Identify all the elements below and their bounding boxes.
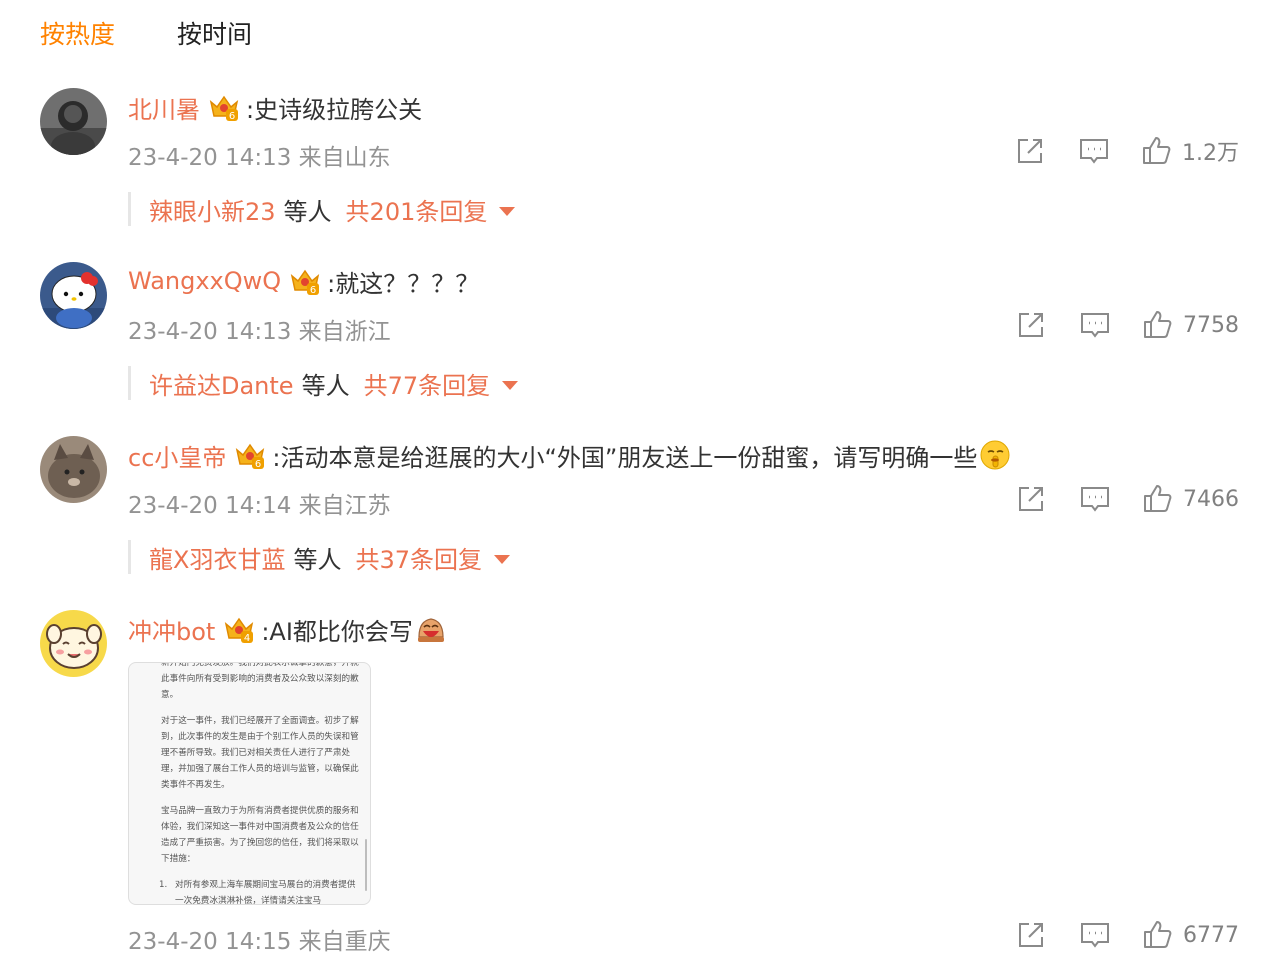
comment-meta: 23-4-20 14:14 来自江苏 <box>128 493 391 519</box>
svg-text:6: 6 <box>255 459 261 470</box>
comment-actions: 7758 <box>1015 309 1239 341</box>
sort-tabs: 按热度 按时间 <box>40 16 252 56</box>
svg-text:4: 4 <box>244 633 250 644</box>
tab-sort-by-hot[interactable]: 按热度 <box>40 16 115 56</box>
like-button[interactable]: 6777 <box>1141 919 1239 951</box>
avatar[interactable] <box>40 262 107 329</box>
laughing-emoji-icon <box>415 613 447 645</box>
chevron-down-icon[interactable] <box>502 380 519 390</box>
share-button[interactable] <box>1015 483 1047 515</box>
image-scrollbar <box>365 839 367 891</box>
reply-users[interactable]: 龍X羽衣甘蓝 <box>149 540 285 575</box>
reply-etc: 等人 <box>293 545 342 574</box>
comment-text: :史诗级拉胯公关 <box>246 95 423 124</box>
share-icon <box>1015 919 1047 951</box>
comment-actions: 6777 <box>1015 919 1239 951</box>
reply-summary[interactable]: 辣眼小新23 等人 共201条回复 <box>128 192 516 227</box>
like-icon <box>1140 135 1172 167</box>
comment-button[interactable] <box>1079 483 1111 515</box>
share-button[interactable] <box>1015 309 1047 341</box>
reply-etc: 等人 <box>283 197 332 226</box>
reply-count[interactable]: 共201条回复 <box>346 192 488 227</box>
comment-meta: 23-4-20 14:13 来自山东 <box>128 145 391 171</box>
like-icon <box>1141 483 1173 515</box>
comment-text: :就这？？？？ <box>327 269 480 298</box>
attached-image[interactable]: 新开始门免费发放。我们对此表示诚挚的歉意，并就此事件向所有受到影响的消费者及公众… <box>128 662 371 905</box>
comment-meta: 23-4-20 14:15 来自重庆 <box>128 929 391 955</box>
crown-badge-icon[interactable]: 6 <box>208 92 240 122</box>
like-count: 7758 <box>1183 312 1239 338</box>
reply-etc: 等人 <box>301 371 350 400</box>
like-count: 6777 <box>1183 922 1239 948</box>
comment-button[interactable] <box>1079 919 1111 951</box>
avatar[interactable] <box>40 436 107 503</box>
svg-text:6: 6 <box>310 285 316 296</box>
share-button[interactable] <box>1014 135 1046 167</box>
chevron-down-icon[interactable] <box>499 206 516 216</box>
comment-icon <box>1079 483 1111 515</box>
comment-headline: WangxxQwQ 6 :就这？？？？ <box>128 264 479 298</box>
comment-icon <box>1079 919 1111 951</box>
comment-button[interactable] <box>1079 309 1111 341</box>
username[interactable]: cc小皇帝 <box>128 438 226 473</box>
share-button[interactable] <box>1015 919 1047 951</box>
like-count: 7466 <box>1183 486 1239 512</box>
comment-headline: 冲冲bot 4 :AI都比你会写 <box>128 612 447 646</box>
reply-count[interactable]: 共77条回复 <box>364 366 491 401</box>
crown-badge-icon[interactable]: 6 <box>234 440 266 470</box>
reply-users[interactable]: 许益达Dante <box>149 366 294 401</box>
reply-summary[interactable]: 许益达Dante 等人 共77条回复 <box>128 366 519 401</box>
share-icon <box>1015 483 1047 515</box>
username[interactable]: WangxxQwQ <box>128 267 281 295</box>
like-icon <box>1141 309 1173 341</box>
chevron-down-icon[interactable] <box>494 554 510 564</box>
svg-text:6: 6 <box>229 111 235 122</box>
comment-actions: 7466 <box>1015 483 1239 515</box>
reply-summary[interactable]: 龍X羽衣甘蓝 等人 共37条回复 <box>128 540 510 574</box>
avatar[interactable] <box>40 610 107 677</box>
comment-text: :AI都比你会写 <box>261 617 413 646</box>
shush-emoji-icon <box>979 439 1011 471</box>
reply-users[interactable]: 辣眼小新23 <box>149 192 276 227</box>
like-count: 1.2万 <box>1182 141 1239 166</box>
username[interactable]: 北川暑 <box>128 90 200 125</box>
like-button[interactable]: 1.2万 <box>1140 135 1239 167</box>
crown-badge-icon[interactable]: 4 <box>223 614 255 644</box>
crown-badge-icon[interactable]: 6 <box>289 266 321 296</box>
reply-count[interactable]: 共37条回复 <box>355 540 482 575</box>
avatar[interactable] <box>40 88 107 155</box>
comment-text: :活动本意是给逛展的大小“外国”朋友送上一份甜蜜，请写明确一些 <box>272 443 978 472</box>
comment-icon <box>1079 309 1111 341</box>
comment-button[interactable] <box>1078 135 1110 167</box>
share-icon <box>1015 309 1047 341</box>
username[interactable]: 冲冲bot <box>128 612 215 647</box>
share-icon <box>1014 135 1046 167</box>
comment-icon <box>1078 135 1110 167</box>
comment-headline: cc小皇帝 6 :活动本意是给逛展的大小“外国”朋友送上一份甜蜜，请写明确一些 <box>128 438 1011 472</box>
like-button[interactable]: 7758 <box>1141 309 1239 341</box>
comment-meta: 23-4-20 14:13 来自浙江 <box>128 319 391 345</box>
comment-headline: 北川暑 6 :史诗级拉胯公关 <box>128 90 422 124</box>
comment-actions: 1.2万 <box>1014 135 1239 167</box>
image-text: 新开始门免费发放。我们对此表示诚挚的歉意，并就此事件向所有受到影响的消费者及公众… <box>159 662 359 905</box>
like-button[interactable]: 7466 <box>1141 483 1239 515</box>
tab-sort-by-time[interactable]: 按时间 <box>177 16 252 56</box>
like-icon <box>1141 919 1173 951</box>
